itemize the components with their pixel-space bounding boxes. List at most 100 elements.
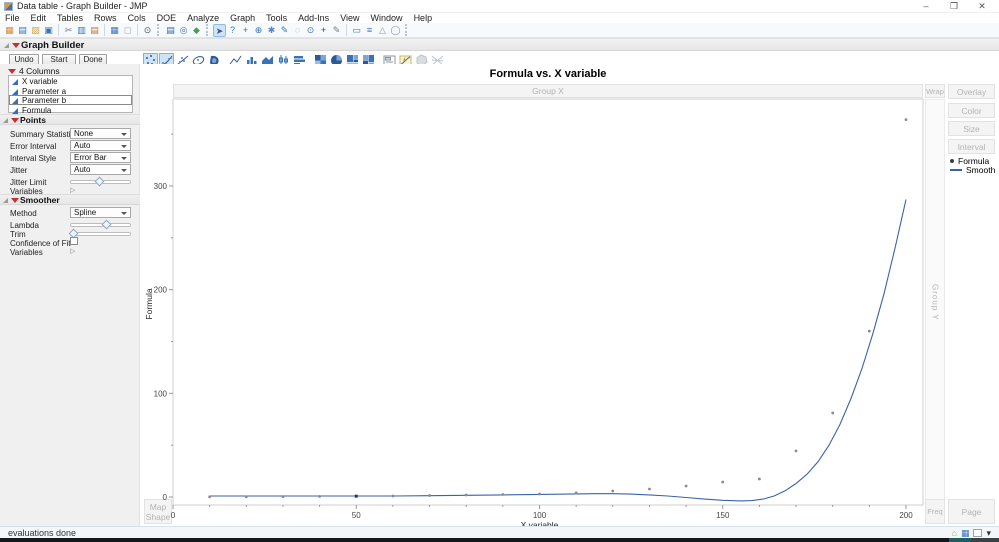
shape-annotation-icon[interactable]: △ — [376, 24, 389, 37]
data-point — [282, 495, 285, 498]
x-tick-label: 200 — [899, 511, 913, 520]
disclosure-icon[interactable]: ▷ — [70, 186, 75, 194]
paste-icon[interactable]: ▤ — [88, 24, 101, 37]
menu-view[interactable]: View — [340, 13, 359, 23]
magnifier-tool-icon[interactable]: ⊙ — [304, 24, 317, 37]
data-point — [245, 495, 248, 498]
data-point — [648, 488, 651, 491]
jitter-limit-slider[interactable] — [70, 180, 131, 184]
continuous-column-icon — [12, 89, 18, 95]
maximize-button[interactable]: ❐ — [941, 0, 967, 13]
menu-cols[interactable]: Cols — [128, 13, 146, 23]
menu-window[interactable]: Window — [371, 13, 403, 23]
plot-frame — [173, 99, 923, 505]
continuous-column-icon — [12, 108, 18, 114]
points-red-triangle-icon[interactable] — [11, 118, 19, 123]
brush-tool-icon[interactable]: ✎ — [278, 24, 291, 37]
window-title: Data table - Graph Builder - JMP — [17, 1, 148, 11]
y-tick-label: 100 — [154, 389, 168, 398]
menu-tools[interactable]: Tools — [266, 13, 287, 23]
disclosure-icon[interactable]: ▷ — [70, 247, 75, 255]
data-point — [318, 495, 321, 498]
slider-thumb[interactable] — [102, 220, 112, 230]
interval-style-select[interactable]: Error Bar — [70, 152, 131, 163]
move-tool-icon[interactable]: + — [239, 24, 252, 37]
menu-edit[interactable]: Edit — [31, 13, 47, 23]
menu-graph[interactable]: Graph — [230, 13, 255, 23]
menu-doe[interactable]: DOE — [157, 13, 177, 23]
main-toolbar: ▦ ▤ ▨ ▣ ✂ ▥ ▤ ▦ ◻ ⊙ ▤ ◎ ◆ ➤ ? + ⊕ ✱ ✎ ◌ … — [0, 23, 999, 38]
arrow-cursor-icon[interactable]: ➤ — [213, 24, 226, 37]
annotate-tool-icon[interactable]: ✎ — [330, 24, 343, 37]
lambda-slider[interactable] — [70, 223, 131, 227]
cut-icon[interactable]: ✂ — [62, 24, 75, 37]
app-icon — [4, 2, 13, 11]
help-icon[interactable]: ? — [226, 24, 239, 37]
save-icon[interactable]: ▣ — [42, 24, 55, 37]
lasso-tool-icon[interactable]: ◌ — [291, 24, 304, 37]
data-point — [465, 494, 468, 497]
data-point — [685, 485, 688, 488]
slider-thumb[interactable] — [95, 177, 105, 187]
smoother-red-triangle-icon[interactable] — [11, 198, 19, 203]
data-point — [392, 495, 395, 498]
binoculars-icon[interactable]: ◎ — [177, 24, 190, 37]
jmp-window: Data table - Graph Builder - JMP – ❐ ✕ F… — [0, 0, 999, 542]
column-item-formula[interactable]: Formula — [9, 105, 132, 115]
close-button[interactable]: ✕ — [969, 0, 995, 13]
new-data-table-icon[interactable]: ▦ — [3, 24, 16, 37]
error-interval-row: Error Interval Auto — [10, 141, 136, 152]
summary-statistic-row: Summary Statistic None — [10, 129, 136, 140]
red-triangle-menu-icon[interactable] — [12, 43, 20, 48]
menu-bar: File Edit Tables Rows Cols DOE Analyze G… — [0, 13, 999, 23]
tile-window-icon[interactable]: ▭ — [350, 24, 363, 37]
data-point — [721, 481, 724, 484]
menu-analyze[interactable]: Analyze — [187, 13, 219, 23]
collapse-icon[interactable] — [4, 43, 9, 48]
menu-file[interactable]: File — [5, 13, 20, 23]
menu-help[interactable]: Help — [414, 13, 433, 23]
lock-icon[interactable]: ◻ — [121, 24, 134, 37]
minimize-button[interactable]: – — [913, 0, 939, 13]
columns-red-triangle-icon[interactable] — [8, 69, 16, 74]
x-tick-label: 150 — [716, 511, 730, 520]
error-interval-select[interactable]: Auto — [70, 140, 131, 151]
menu-rows[interactable]: Rows — [94, 13, 117, 23]
jitter-select[interactable]: Auto — [70, 164, 131, 175]
column-item-parameter-a[interactable]: Parameter a — [9, 86, 132, 96]
method-select[interactable]: Spline — [70, 207, 131, 218]
data-point-selected — [355, 495, 358, 498]
y-tick-label: 200 — [154, 286, 168, 295]
points-panel-header[interactable]: Points — [0, 114, 140, 125]
grabber-tool-icon[interactable]: ✱ — [265, 24, 278, 37]
plot[interactable]: 0100200300050100150200X variableFormula — [140, 64, 999, 526]
collapse-icon[interactable] — [3, 118, 8, 123]
column-item-x-variable[interactable]: X variable — [9, 76, 132, 86]
data-point — [208, 495, 211, 498]
journal-icon[interactable]: ▤ — [164, 24, 177, 37]
graph-builder-header: Graph Builder — [0, 38, 999, 51]
data-point — [538, 493, 541, 496]
split-window-icon[interactable]: ≡ — [363, 24, 376, 37]
column-item-parameter-b[interactable]: Parameter b — [9, 95, 132, 105]
data-filter-icon[interactable]: ◆ — [190, 24, 203, 37]
table-layout-icon[interactable]: ▦ — [108, 24, 121, 37]
x-tick-label: 50 — [352, 511, 361, 520]
title-bar: Data table - Graph Builder - JMP – ❐ ✕ — [0, 0, 999, 13]
smoother-panel-header[interactable]: Smoother — [0, 194, 140, 205]
window-state-box-icon[interactable] — [973, 529, 982, 537]
confidence-of-fit-checkbox[interactable] — [70, 237, 78, 245]
collapse-icon[interactable] — [3, 198, 8, 203]
menu-tables[interactable]: Tables — [57, 13, 83, 23]
summary-statistic-select[interactable]: None — [70, 128, 131, 139]
copy-icon[interactable]: ▥ — [75, 24, 88, 37]
smoother-variables-row: Variables ▷ — [10, 247, 136, 258]
oval-annotation-icon[interactable]: ◯ — [389, 24, 402, 37]
search-icon[interactable]: ⊙ — [141, 24, 154, 37]
trim-slider[interactable] — [70, 232, 131, 236]
open-icon[interactable]: ▨ — [29, 24, 42, 37]
new-journal-icon[interactable]: ▤ — [16, 24, 29, 37]
fit-tool-icon[interactable]: ⊕ — [252, 24, 265, 37]
crosshair-tool-icon[interactable]: + — [317, 24, 330, 37]
menu-addins[interactable]: Add-Ins — [298, 13, 329, 23]
